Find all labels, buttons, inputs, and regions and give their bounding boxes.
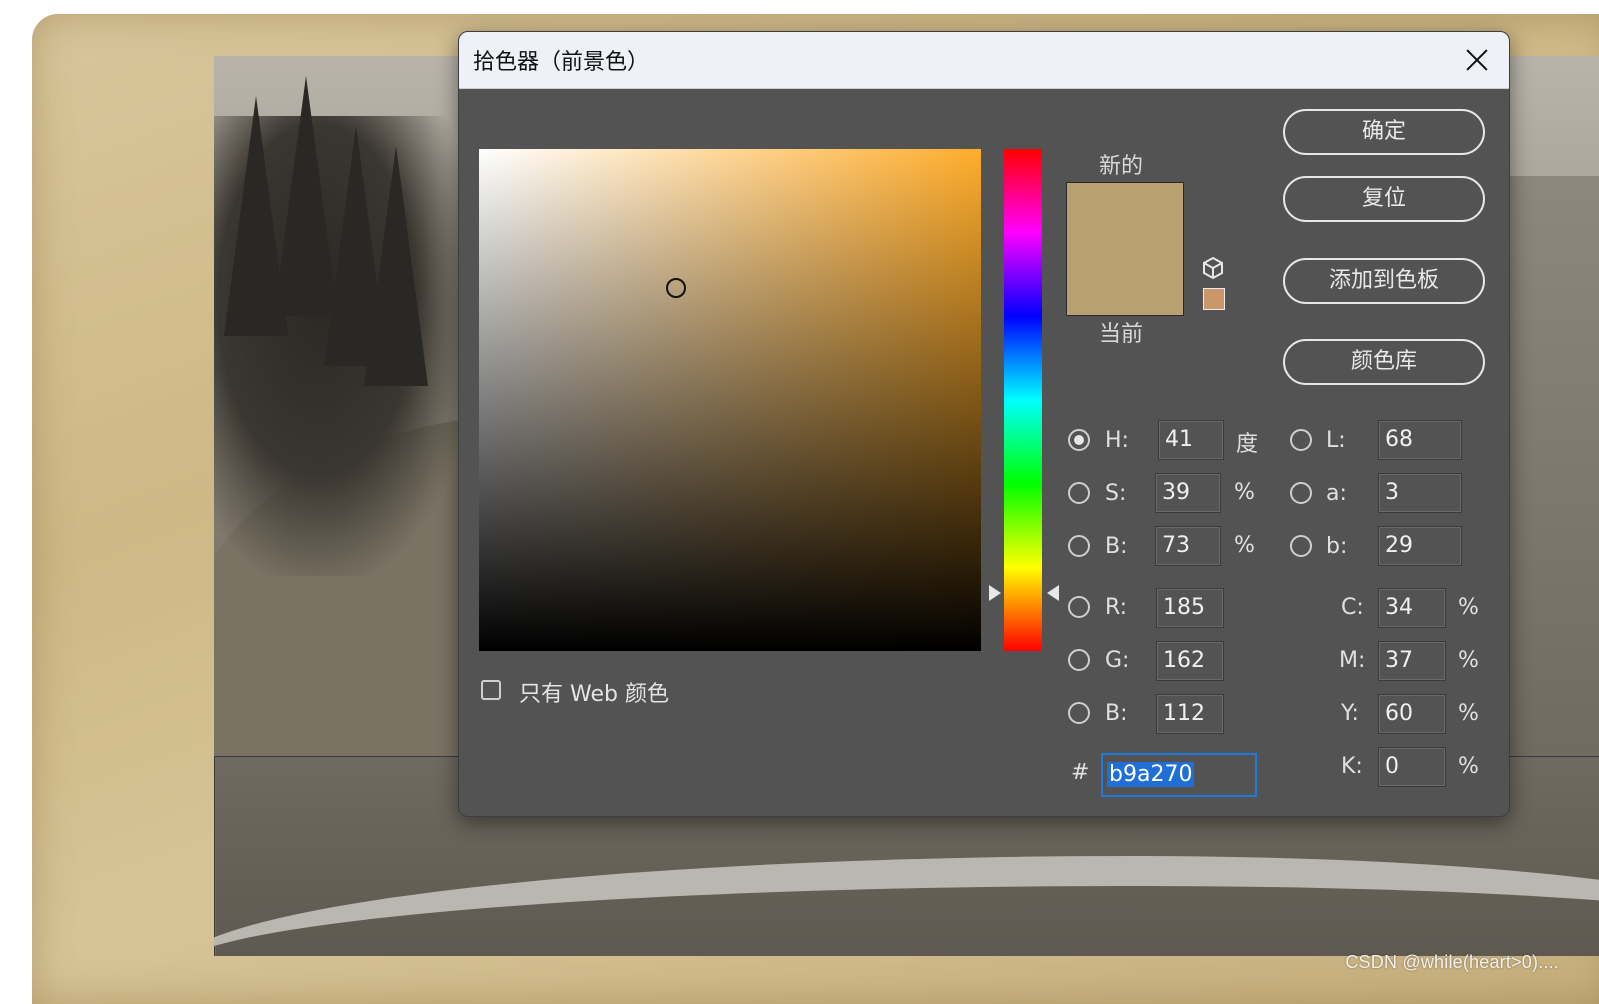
dialog-title: 拾色器（前景色） xyxy=(473,50,650,75)
title-bar: 拾色器（前景色） xyxy=(459,32,1509,89)
yellow-unit: % xyxy=(1458,701,1479,726)
reset-button[interactable]: 复位 xyxy=(1283,176,1485,222)
cube-icon[interactable] xyxy=(1201,256,1225,280)
saturation-brightness-field[interactable] xyxy=(479,149,981,651)
brightness-unit: % xyxy=(1234,533,1255,558)
only-web-colors-checkbox[interactable] xyxy=(481,680,501,700)
label-magenta: M: xyxy=(1339,648,1366,673)
label-blue: B: xyxy=(1105,701,1128,726)
b-input[interactable]: 29 xyxy=(1378,526,1462,566)
cyan-input[interactable]: 34 xyxy=(1378,588,1446,628)
label-lightness: L: xyxy=(1326,428,1346,453)
close-icon[interactable] xyxy=(1457,40,1497,80)
radio-saturation[interactable] xyxy=(1068,482,1090,504)
saturation-input[interactable]: 39 xyxy=(1155,473,1221,513)
new-color-label: 新的 xyxy=(1099,154,1144,179)
magenta-input[interactable]: 37 xyxy=(1378,641,1446,681)
green-input[interactable]: 162 xyxy=(1156,641,1224,681)
red-input[interactable]: 185 xyxy=(1156,588,1224,628)
radio-brightness[interactable] xyxy=(1068,535,1090,557)
hue-slider-right-arrow-icon[interactable] xyxy=(1047,585,1059,601)
a-input[interactable]: 3 xyxy=(1378,473,1462,513)
label-a: a: xyxy=(1326,481,1347,506)
new-current-color-swatch[interactable] xyxy=(1066,182,1184,316)
radio-b[interactable] xyxy=(1290,535,1312,557)
label-brightness: B: xyxy=(1105,534,1128,559)
radio-lightness[interactable] xyxy=(1290,429,1312,451)
ok-button[interactable]: 确定 xyxy=(1283,109,1485,155)
yellow-input[interactable]: 60 xyxy=(1378,694,1446,734)
radio-blue[interactable] xyxy=(1068,702,1090,724)
radio-a[interactable] xyxy=(1290,482,1312,504)
blue-input[interactable]: 112 xyxy=(1156,694,1224,734)
color-picker-cursor[interactable] xyxy=(666,278,686,298)
current-color-label: 当前 xyxy=(1099,322,1144,347)
hue-slider[interactable] xyxy=(1004,149,1042,651)
label-red: R: xyxy=(1105,595,1128,620)
magenta-unit: % xyxy=(1458,648,1479,673)
color-picker-dialog: 拾色器（前景色） 新的 当前 确定 复位 添加到色板 颜色库 只有 Web 颜色… xyxy=(458,31,1510,817)
hue-unit: 度 xyxy=(1236,432,1259,457)
saturation-unit: % xyxy=(1234,480,1255,505)
black-unit: % xyxy=(1458,754,1479,779)
color-libraries-button[interactable]: 颜色库 xyxy=(1283,339,1485,385)
label-saturation: S: xyxy=(1105,481,1127,506)
radio-green[interactable] xyxy=(1068,649,1090,671)
only-web-colors-label: 只有 Web 颜色 xyxy=(519,682,669,707)
hue-input[interactable]: 41 xyxy=(1158,420,1224,460)
hue-slider-left-arrow-icon[interactable] xyxy=(989,585,1001,601)
label-black: K: xyxy=(1341,754,1363,779)
label-green: G: xyxy=(1105,648,1130,673)
add-to-swatches-button[interactable]: 添加到色板 xyxy=(1283,258,1485,304)
label-hue: H: xyxy=(1105,428,1129,453)
lightness-input[interactable]: 68 xyxy=(1378,420,1462,460)
hex-input[interactable]: b9a270 xyxy=(1101,753,1257,797)
web-safe-color-swatch[interactable] xyxy=(1203,288,1225,310)
hex-prefix: # xyxy=(1071,760,1090,785)
brightness-input[interactable]: 73 xyxy=(1155,526,1221,566)
label-cyan: C: xyxy=(1341,595,1364,620)
black-input[interactable]: 0 xyxy=(1378,747,1446,787)
cyan-unit: % xyxy=(1458,595,1479,620)
watermark: CSDN @while(heart>0).... xyxy=(1345,952,1559,972)
radio-red[interactable] xyxy=(1068,596,1090,618)
label-b: b: xyxy=(1326,534,1348,559)
hex-value: b9a270 xyxy=(1107,762,1195,787)
label-yellow: Y: xyxy=(1341,701,1359,726)
radio-hue[interactable] xyxy=(1068,429,1090,451)
